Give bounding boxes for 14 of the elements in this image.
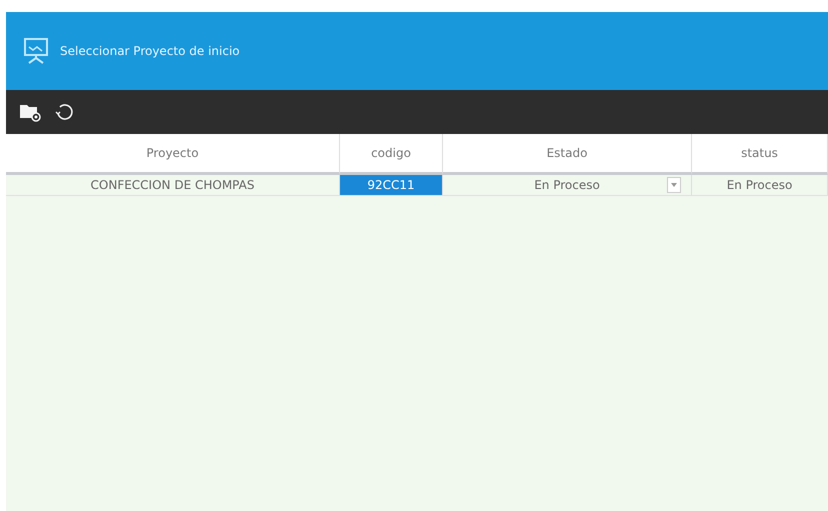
column-header[interactable]: Estado [443,134,692,175]
dropdown-button[interactable] [667,177,681,193]
presentation-board-icon [24,38,48,64]
folder-add-icon [19,102,41,122]
column-header[interactable]: status [692,134,828,175]
refresh-icon [54,102,74,122]
cell-text: 92CC11 [367,178,415,192]
column-header[interactable]: codigo [340,134,443,175]
cell-text: En Proceso [726,178,792,192]
cell-text: CONFECCION DE CHOMPAS [90,178,254,192]
column-header[interactable]: Proyecto [6,134,340,175]
status-dropdown-value[interactable]: En Proceso [534,178,600,192]
window-title: Seleccionar Proyecto de inicio [60,44,240,58]
caret-icon [671,183,677,187]
